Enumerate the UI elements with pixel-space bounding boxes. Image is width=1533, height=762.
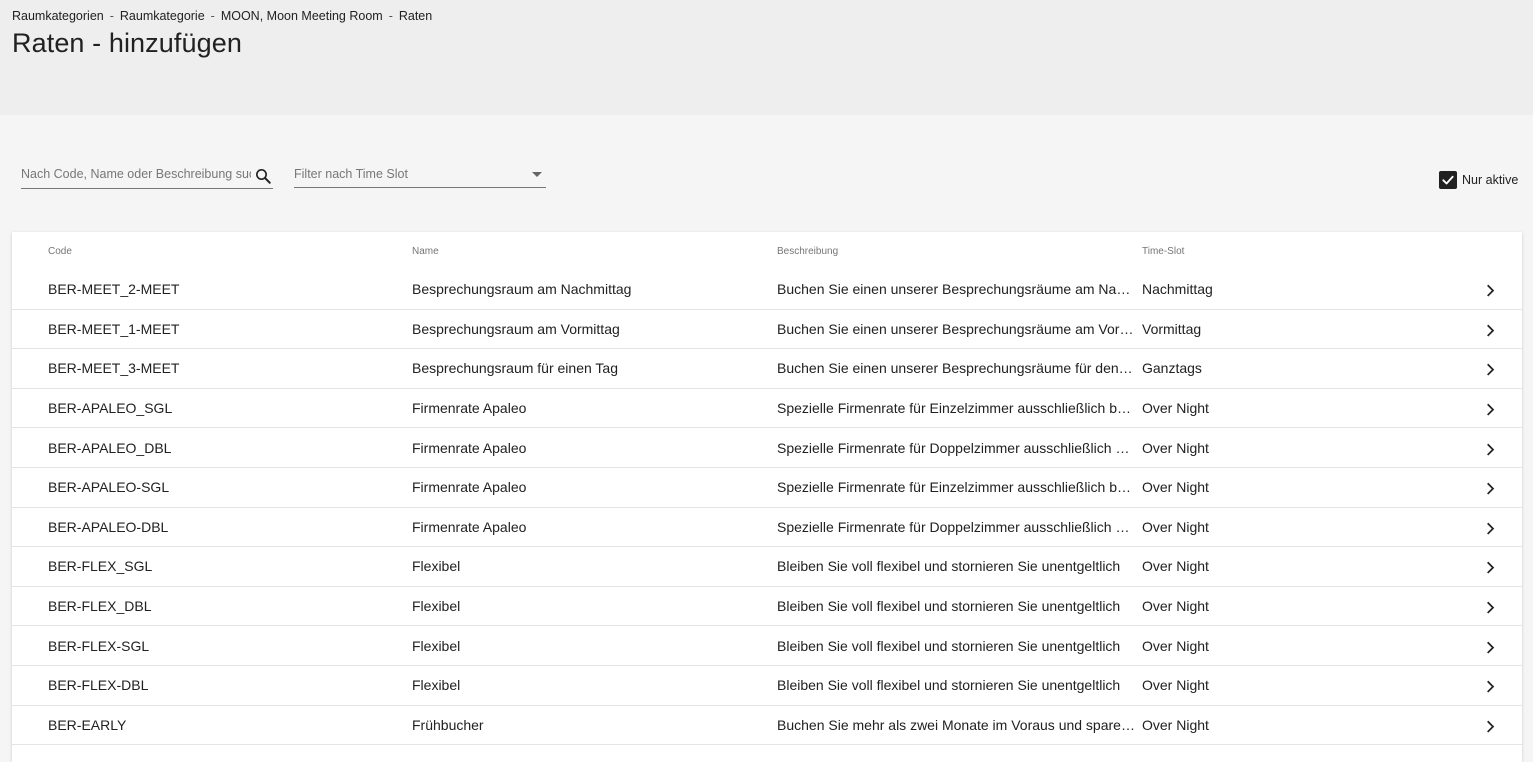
row-description: Buchen Sie einen unserer Besprechungsräu… [777,281,1135,298]
row-name: Besprechungsraum für einen Tag [412,360,618,377]
column-header-name: Name [412,246,439,257]
row-time-slot: Nachmittag [1142,281,1213,298]
row-time-slot: Over Night [1142,558,1209,575]
row-name: Firmenrate Apaleo [412,439,527,456]
time-slot-filter-placeholder: Filter nach Time Slot [294,167,408,181]
breadcrumb-separator: - [210,9,215,23]
chevron-right-icon[interactable] [1482,520,1498,536]
page-title: Raten - hinzufügen [12,28,242,58]
row-time-slot: Over Night [1142,400,1209,417]
table-header: Code Name Beschreibung Time-Slot [12,232,1522,270]
row-code: BER-MEET_1-MEET [48,320,180,337]
time-slot-filter-select[interactable]: Filter nach Time Slot [294,162,546,188]
row-description: Bleiben Sie voll flexibel und stornieren… [777,677,1121,694]
row-name: Besprechungsraum am Vormittag [412,320,620,337]
chevron-right-icon[interactable] [1482,441,1498,457]
table-row[interactable]: BER-FLEX_DBL Flexibel Bleiben Sie voll fle… [12,587,1522,627]
row-code: BER-FLEX_DBL [48,598,152,615]
breadcrumb: Raumkategorien - Raumkategorie - MOON, M… [12,9,432,23]
table-row[interactable]: BER-MEET_2-MEET Besprechungsraum am Nachm… [12,270,1522,310]
row-name: Flexibel [412,598,461,615]
only-active-checkbox[interactable]: Nur aktive [1439,171,1518,189]
table-row[interactable]: BER-APALEO-SGL Firmenrate Apaleo Spezielle… [12,468,1522,508]
chevron-right-icon[interactable] [1482,639,1498,655]
table-body: BER-MEET_2-MEET Besprechungsraum am Nachm… [12,270,1522,746]
row-code: BER-MEET_3-MEET [48,360,180,377]
row-time-slot: Over Night [1142,716,1209,733]
row-code: BER-FLEX_SGL [48,558,153,575]
row-time-slot: Vormittag [1142,320,1202,337]
chevron-right-icon[interactable] [1482,718,1498,734]
row-code: BER-APALEO_DBL [48,439,172,456]
only-active-label: Nur aktive [1462,173,1519,187]
row-description: Buchen Sie einen unserer Besprechungsräu… [777,360,1135,377]
chevron-right-icon[interactable] [1482,679,1498,695]
table-row[interactable]: BER-MEET_3-MEET Besprechungsraum für eine… [12,349,1522,389]
table-row[interactable]: BER-APALEO_DBL Firmenrate Apaleo Spezielle… [12,428,1522,468]
column-header-code: Code [48,246,72,257]
row-time-slot: Over Night [1142,479,1209,496]
page-header: Raumkategorien - Raumkategorie - MOON, M… [0,0,1533,115]
breadcrumb-item-rates[interactable]: Raten [399,9,432,23]
row-description: Buchen Sie einen unserer Besprechungsräu… [777,320,1135,337]
row-code: BER-MEET_2-MEET [48,281,180,298]
table-row[interactable]: BER-EARLY Frühbucher Buchen Sie mehr als z… [12,706,1522,746]
row-time-slot: Over Night [1142,518,1209,535]
row-description: Bleiben Sie voll flexibel und stornieren… [777,598,1121,615]
row-name: Flexibel [412,637,461,654]
row-code: BER-FLEX-DBL [48,677,149,694]
row-name: Firmenrate Apaleo [412,479,527,496]
column-header-time-slot: Time-Slot [1142,246,1185,257]
breadcrumb-separator: - [388,9,393,23]
row-code: BER-APALEO-DBL [48,518,169,535]
chevron-down-icon [532,172,542,177]
chevron-right-icon[interactable] [1482,600,1498,616]
column-header-description: Beschreibung [777,246,839,257]
breadcrumb-separator: - [109,9,114,23]
row-name: Frühbucher [412,716,484,733]
row-code: BER-EARLY [48,716,127,733]
breadcrumb-item-room-category[interactable]: Raumkategorie [120,9,205,23]
row-name: Flexibel [412,558,461,575]
row-description: Bleiben Sie voll flexibel und stornieren… [777,558,1121,575]
row-time-slot: Over Night [1142,637,1209,654]
row-code: BER-APALEO_SGL [48,400,173,417]
row-time-slot: Ganztags [1142,360,1202,377]
row-description: Bleiben Sie voll flexibel und stornieren… [777,637,1121,654]
table-row[interactable]: BER-FLEX_SGL Flexibel Bleiben Sie voll fle… [12,547,1522,587]
row-time-slot: Over Night [1142,439,1209,456]
row-description: Spezielle Firmenrate für Doppelzimmer au… [777,439,1135,456]
table-row[interactable]: BER-FLEX-SGL Flexibel Bleiben Sie voll fle… [12,626,1522,666]
row-description: Spezielle Firmenrate für Doppelzimmer au… [777,518,1135,535]
checkbox-checked-icon[interactable] [1439,171,1457,189]
chevron-right-icon[interactable] [1482,283,1498,299]
chevron-right-icon[interactable] [1482,402,1498,418]
chevron-right-icon[interactable] [1482,481,1498,497]
row-time-slot: Over Night [1142,598,1209,615]
table-row[interactable]: BER-APALEO_SGL Firmenrate Apaleo Spezielle… [12,389,1522,429]
row-code: BER-APALEO-SGL [48,479,170,496]
row-description: Spezielle Firmenrate für Einzelzimmer au… [777,400,1135,417]
row-description: Buchen Sie mehr als zwei Monate im Vorau… [777,716,1135,733]
row-description: Spezielle Firmenrate für Einzelzimmer au… [777,479,1135,496]
search-icon[interactable] [254,167,272,185]
chevron-right-icon[interactable] [1482,322,1498,338]
chevron-right-icon[interactable] [1482,560,1498,576]
row-name: Besprechungsraum am Nachmittag [412,281,632,298]
table-row[interactable]: BER-MEET_1-MEET Besprechungsraum am Vormi… [12,310,1522,350]
search-field [21,162,273,189]
row-time-slot: Over Night [1142,677,1209,694]
row-name: Flexibel [412,677,461,694]
row-name: Firmenrate Apaleo [412,518,527,535]
row-name: Firmenrate Apaleo [412,400,527,417]
table-row[interactable]: BER-APALEO-DBL Firmenrate Apaleo Spezielle… [12,508,1522,548]
row-code: BER-FLEX-SGL [48,637,150,654]
search-input[interactable] [21,162,251,186]
rates-table: Code Name Beschreibung Time-Slot BER-MEE… [12,232,1522,762]
breadcrumb-item-moon-room[interactable]: MOON, Moon Meeting Room [221,9,383,23]
table-row[interactable]: BER-FLEX-DBL Flexibel Bleiben Sie voll fle… [12,666,1522,706]
breadcrumb-item-room-categories[interactable]: Raumkategorien [12,9,104,23]
chevron-right-icon[interactable] [1482,362,1498,378]
